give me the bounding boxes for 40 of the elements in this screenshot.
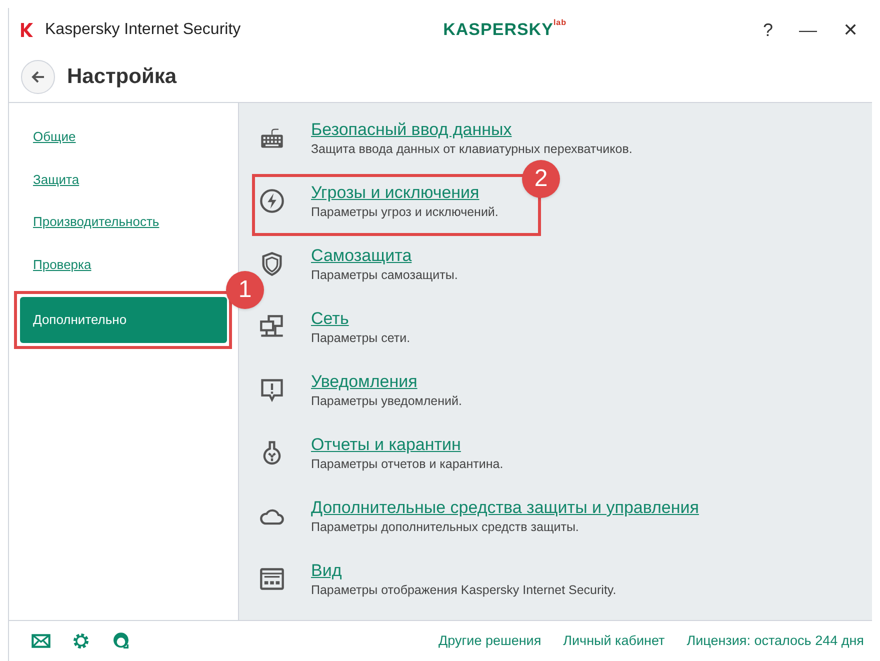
- close-button[interactable]: ✕: [839, 16, 862, 44]
- support-icon[interactable]: [111, 631, 131, 651]
- back-arrow-icon: [30, 69, 46, 85]
- sidebar-item[interactable]: Общие: [33, 127, 238, 146]
- setting-link[interactable]: Дополнительные средства защиты и управления: [311, 497, 699, 519]
- window-icon: [259, 566, 285, 592]
- setting-link[interactable]: Угрозы и исключения: [311, 182, 498, 204]
- setting-link[interactable]: Сеть: [311, 308, 410, 330]
- footer-link[interactable]: Лицензия: осталось 244 дня: [686, 630, 864, 652]
- step-badge: 2: [522, 160, 560, 198]
- setting-description: Параметры самозащиты.: [311, 267, 458, 283]
- sidebar-item[interactable]: Проверка: [33, 254, 238, 274]
- setting-description: Защита ввода данных от клавиатурных перехватчиков.: [311, 141, 632, 157]
- setting-description: Параметры дополнительных средств защиты.: [311, 519, 580, 535]
- lightning-icon: [259, 188, 285, 214]
- alert-icon: [259, 377, 285, 403]
- setting-description: Параметры отчетов и карантина.: [311, 456, 504, 472]
- page-title: Настройка: [67, 64, 177, 90]
- mail-icon[interactable]: [31, 631, 51, 651]
- setting-link[interactable]: Самозащита: [311, 245, 458, 267]
- setting-link[interactable]: Вид: [311, 560, 616, 582]
- setting-link[interactable]: Безопасный ввод данных: [311, 119, 632, 141]
- back-button[interactable]: [21, 60, 55, 94]
- setting-description: Параметры отображения Kaspersky Internet Security.: [311, 582, 616, 598]
- app-logo-icon: [19, 22, 35, 38]
- footer-link[interactable]: Другие решения: [438, 630, 542, 652]
- footer-link[interactable]: Личный кабинет: [563, 630, 665, 652]
- sidebar-item[interactable]: Защита: [33, 170, 238, 189]
- sidebar-item[interactable]: Производительность: [33, 212, 238, 232]
- setting-description: Параметры угроз и исключений.: [311, 204, 498, 220]
- minimize-button[interactable]: —: [795, 16, 821, 44]
- setting-link[interactable]: Отчеты и карантин: [311, 434, 504, 456]
- setting-link[interactable]: Уведомления: [311, 371, 462, 393]
- network-icon: [259, 314, 285, 340]
- setting-description: Параметры уведомлений.: [311, 393, 462, 409]
- sidebar-item[interactable]: Дополнительно: [20, 297, 227, 343]
- settings-icon[interactable]: [71, 631, 91, 651]
- setting-description: Параметры сети.: [311, 330, 410, 346]
- window-title: Kaspersky Internet Security: [45, 20, 241, 40]
- help-button[interactable]: ?: [758, 16, 777, 44]
